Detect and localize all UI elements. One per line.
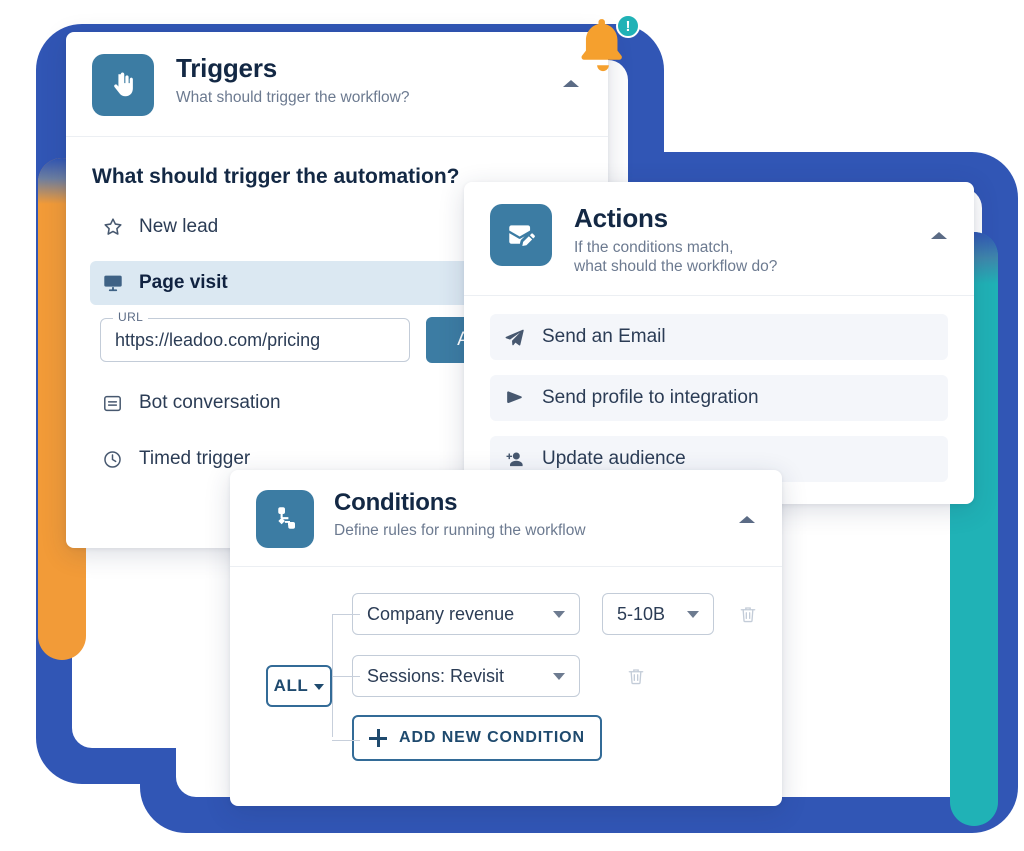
conditions-collapse-toggle[interactable] bbox=[736, 508, 758, 530]
action-option-send-an-email[interactable]: Send an Email bbox=[490, 314, 948, 361]
triggers-card-header: Triggers What should trigger the workflo… bbox=[66, 32, 608, 137]
actions-title: Actions bbox=[574, 203, 668, 233]
triggers-card-titles: Triggers What should trigger the workflo… bbox=[176, 54, 560, 107]
actions-collapse-toggle[interactable] bbox=[928, 224, 950, 246]
conditions-card-header: Conditions Define rules for running the … bbox=[230, 470, 782, 567]
conditions-card-body: ALL Company revenue 5-10B Sessions: Revi… bbox=[230, 567, 782, 779]
paper-plane-icon bbox=[504, 326, 530, 348]
delete-condition-button[interactable] bbox=[624, 663, 648, 689]
action-option-label: Send an Email bbox=[542, 326, 666, 348]
add-new-condition-label: ADD NEW CONDITION bbox=[399, 729, 585, 746]
condition-field-value: Company revenue bbox=[367, 603, 515, 624]
conditions-card-titles: Conditions Define rules for running the … bbox=[334, 489, 736, 541]
connector-branch-2 bbox=[332, 676, 360, 677]
match-all-label: ALL bbox=[273, 676, 309, 695]
action-option-send-profile-to-integration[interactable]: Send profile to integration bbox=[490, 375, 948, 422]
caret-down-icon bbox=[553, 672, 565, 680]
chevron-up-icon bbox=[931, 231, 947, 239]
envelope-pencil-icon bbox=[490, 204, 552, 266]
connector-branch-3 bbox=[332, 740, 360, 741]
conditions-grid: ALL Company revenue 5-10B Sessions: Revi… bbox=[266, 593, 760, 779]
person-add-icon bbox=[504, 448, 530, 470]
add-new-condition-button[interactable]: ADD NEW CONDITION bbox=[352, 715, 602, 761]
notification-bell[interactable]: ! bbox=[572, 14, 642, 76]
triggers-title: Triggers bbox=[176, 53, 277, 83]
condition-row: Sessions: Revisit bbox=[352, 655, 760, 697]
chevron-down-icon bbox=[314, 684, 325, 690]
trigger-option-label: Page visit bbox=[139, 272, 228, 293]
conditions-rows: Company revenue 5-10B Sessions: Revisit … bbox=[352, 593, 760, 779]
plus-icon bbox=[369, 729, 388, 747]
add-condition-row: ADD NEW CONDITION bbox=[352, 715, 760, 761]
node-branch-icon bbox=[256, 490, 314, 548]
condition-row: Company revenue 5-10B bbox=[352, 593, 760, 635]
send-flag-icon bbox=[504, 387, 530, 409]
trigger-option-label: Bot conversation bbox=[139, 392, 281, 413]
conditions-title: Conditions bbox=[334, 489, 458, 516]
chevron-up-icon bbox=[563, 79, 579, 87]
conditions-subtitle: Define rules for running the workflow bbox=[334, 522, 586, 540]
trigger-option-label: Timed trigger bbox=[139, 448, 251, 469]
url-input[interactable]: URL https://leadoo.com/pricing bbox=[100, 310, 410, 362]
condition-value-dropdown[interactable]: 5-10B bbox=[602, 593, 714, 635]
chat-box-icon bbox=[102, 391, 128, 415]
action-option-label: Send profile to integration bbox=[542, 387, 759, 409]
notification-badge: ! bbox=[616, 14, 640, 38]
monitor-icon bbox=[102, 271, 128, 295]
chevron-up-icon bbox=[739, 515, 755, 523]
pointer-hand-icon bbox=[92, 54, 154, 116]
actions-card-body: Send an Email Send profile to integratio… bbox=[464, 296, 974, 483]
conditions-match-selector-wrap: ALL bbox=[266, 593, 332, 779]
condition-field-dropdown[interactable]: Sessions: Revisit bbox=[352, 655, 580, 697]
triggers-subtitle: What should trigger the workflow? bbox=[176, 88, 410, 106]
match-all-dropdown[interactable]: ALL bbox=[266, 665, 332, 707]
actions-subtitle: If the conditions match, what should the… bbox=[574, 238, 778, 276]
actions-card: Actions If the conditions match, what sh… bbox=[464, 182, 974, 504]
condition-value-text: 5-10B bbox=[617, 603, 666, 624]
connector-branch-1 bbox=[332, 614, 360, 615]
clock-icon bbox=[102, 447, 128, 471]
condition-field-dropdown[interactable]: Company revenue bbox=[352, 593, 580, 635]
caret-down-icon bbox=[687, 610, 699, 618]
caret-down-icon bbox=[553, 610, 565, 618]
exclamation-icon: ! bbox=[625, 17, 631, 35]
trigger-option-label: New lead bbox=[139, 216, 219, 237]
url-input-label: URL bbox=[113, 310, 149, 324]
delete-condition-button[interactable] bbox=[736, 601, 760, 627]
actions-card-header: Actions If the conditions match, what sh… bbox=[464, 182, 974, 297]
action-option-label: Update audience bbox=[542, 448, 686, 470]
actions-card-titles: Actions If the conditions match, what sh… bbox=[574, 204, 928, 277]
star-icon bbox=[102, 215, 128, 239]
workflow-builder-illustration: Triggers What should trigger the workflo… bbox=[0, 0, 1024, 851]
conditions-connector-lines bbox=[332, 593, 360, 779]
conditions-card: Conditions Define rules for running the … bbox=[230, 470, 782, 806]
condition-field-value: Sessions: Revisit bbox=[367, 665, 505, 686]
url-input-value: https://leadoo.com/pricing bbox=[115, 329, 321, 350]
